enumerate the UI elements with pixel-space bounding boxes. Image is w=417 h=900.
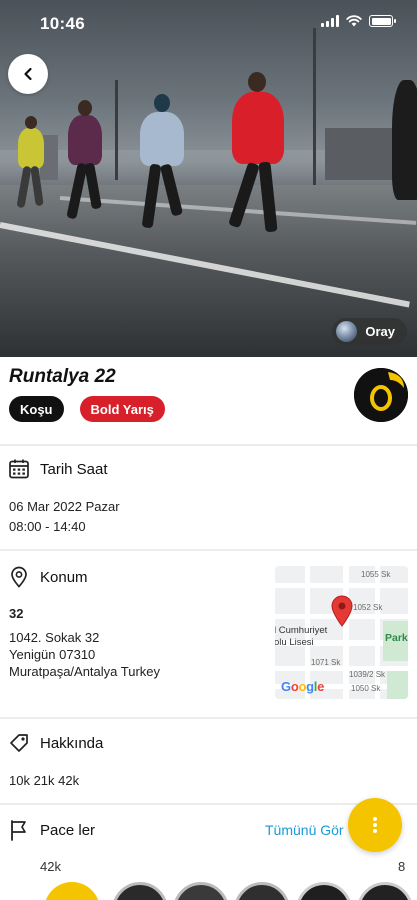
address-line-3: Muratpaşa/Antalya Turkey: [9, 664, 161, 679]
photo-runner-red: [228, 72, 284, 233]
date-section: Tarih Saat 06 Mar 2022 Pazar 08:00 - 14:…: [0, 446, 417, 549]
pace-label: 8: [398, 859, 406, 874]
wifi-icon: [346, 15, 362, 27]
location-map[interactable]: 1055 Sk 1052 Sk l Cumhuriyet olu Lisesi …: [275, 566, 408, 699]
pacer-avatar[interactable]: [44, 882, 100, 900]
event-title: Runtalya 22: [9, 366, 116, 387]
flag-icon: [8, 819, 30, 841]
pacer-avatar[interactable]: [357, 882, 413, 900]
status-icons: [321, 15, 396, 27]
photo-runner-blue: [140, 94, 184, 229]
photo-runner-yellow: [16, 116, 44, 209]
about-text: 10k 21k 42k: [9, 773, 80, 788]
map-street-label: 1039/2 Sk: [349, 670, 386, 679]
photo-light-pole: [313, 28, 316, 188]
pace-label: 42k: [40, 859, 61, 874]
map-marker-icon: [331, 595, 353, 627]
signal-icon: [321, 15, 339, 27]
more-vertical-icon: [373, 817, 377, 833]
chevron-left-icon: [24, 67, 32, 81]
date-section-title: Tarih Saat: [40, 460, 108, 478]
pacer-avatar[interactable]: [234, 882, 290, 900]
map-place-label: l Cumhuriyet: [275, 625, 328, 636]
photo-credit[interactable]: Oray: [332, 318, 407, 345]
pacer-avatar[interactable]: [112, 882, 168, 900]
pacers-list: 42k 8: [0, 858, 417, 900]
back-button[interactable]: [8, 54, 48, 94]
photo-light-pole: [115, 80, 118, 180]
about-section: Hakkında 10k 21k 42k: [0, 719, 417, 803]
map-street-label: 1055 Sk: [361, 570, 391, 579]
pacer-avatar[interactable]: [173, 882, 229, 900]
battery-icon: [369, 15, 396, 27]
photographer-avatar: [336, 321, 358, 342]
map-street-label: 1071 Sk: [311, 658, 341, 667]
status-bar: 10:46: [0, 0, 417, 46]
pacers-section-title: Pace ler: [40, 821, 96, 839]
event-time: 08:00 - 14:40: [9, 519, 86, 534]
calendar-icon: [8, 458, 30, 480]
about-section-title: Hakkında: [40, 734, 104, 752]
tag-race-type[interactable]: Bold Yarış: [79, 396, 165, 422]
photo-building: [325, 128, 400, 180]
event-cover-photo: [0, 0, 417, 357]
map-street-label: 1050 Sk: [351, 684, 381, 693]
location-section-header: Konum: [8, 566, 88, 588]
see-all-pacers-link[interactable]: Tümünü Gör: [265, 822, 344, 838]
more-options-fab[interactable]: [348, 798, 402, 852]
map-place-label: olu Lisesi: [275, 637, 314, 648]
date-section-header: Tarih Saat: [8, 458, 108, 480]
photographer-name: Oray: [365, 324, 395, 339]
location-name: 32: [9, 606, 24, 621]
map-park-label: Park: [385, 632, 408, 644]
event-header: Runtalya 22 Koşu Bold Yarış: [0, 357, 417, 444]
event-date: 06 Mar 2022 Pazar: [9, 499, 120, 514]
about-section-header: Hakkında: [8, 732, 103, 754]
location-section-title: Konum: [40, 568, 88, 586]
map-street-label: 1052 Sk: [353, 603, 383, 612]
photo-runner-edge: [392, 80, 417, 200]
event-tags: Koşu Bold Yarış: [9, 396, 165, 422]
location-pin-icon: [8, 566, 30, 588]
tag-category[interactable]: Koşu: [9, 396, 64, 422]
google-logo: Google: [281, 679, 325, 694]
organizer-logo[interactable]: [354, 368, 408, 422]
brand-o-icon: [354, 368, 408, 422]
status-time: 10:46: [40, 14, 85, 33]
pacers-section-header: Pace ler: [8, 819, 95, 841]
pacer-avatar[interactable]: [296, 882, 352, 900]
tag-icon: [8, 732, 30, 754]
photo-runner-purple: [66, 100, 102, 220]
